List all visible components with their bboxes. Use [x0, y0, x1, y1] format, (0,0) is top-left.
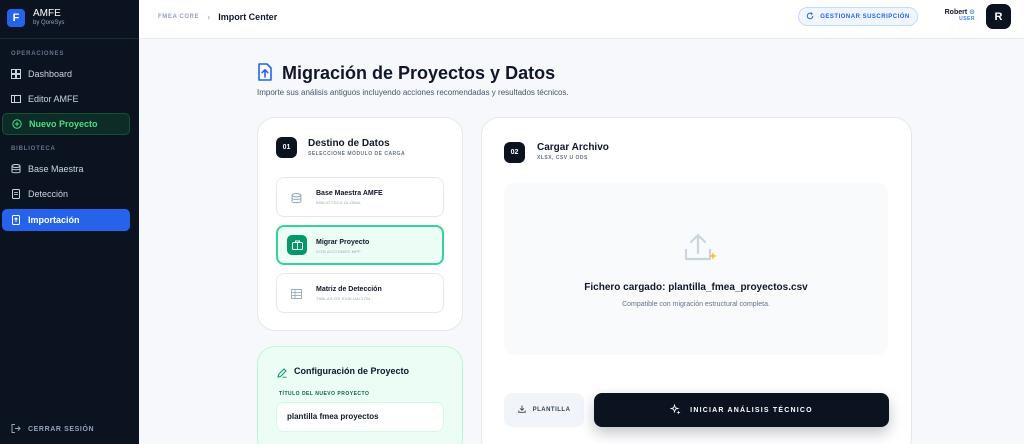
brand-divider	[0, 38, 139, 39]
section-label-biblioteca: BIBLIOTECA	[11, 146, 56, 152]
editor-icon	[11, 94, 21, 104]
table-icon	[288, 286, 304, 302]
sidebar-item-label: Editor AMFE	[28, 94, 79, 104]
compatibility-text: Compatible con migración estructural com…	[622, 301, 770, 308]
page-subtitle: Importe sus análisis antiguos incluyendo…	[257, 88, 569, 97]
step-badge: 02	[504, 142, 525, 163]
breadcrumb-separator: ›	[207, 12, 211, 22]
verified-icon: ⊙	[969, 9, 975, 16]
project-title-input[interactable]: plantilla fmea proyectos	[276, 402, 444, 432]
plus-circle-icon	[12, 119, 22, 129]
upload-cloud-icon	[683, 231, 719, 265]
project-title-label: TÍTULO DEL NUEVO PROYECTO	[279, 391, 370, 397]
download-template-button[interactable]: PLANTILLA	[504, 393, 584, 427]
import-icon	[11, 215, 21, 225]
brand-subtitle: by QoreSys	[33, 20, 65, 26]
config-title: Configuración de Proyecto	[294, 366, 410, 376]
user-info[interactable]: Robert ⊙ USER	[938, 8, 975, 22]
manage-subscription-label: GESTIONAR SUSCRIPCIÓN	[820, 13, 910, 20]
sidebar-item-label: Nuevo Proyecto	[29, 119, 98, 129]
sidebar: F AMFE by QoreSys OPERACIONES Dashboard …	[0, 0, 139, 444]
brand[interactable]: F AMFE by QoreSys	[7, 8, 64, 27]
user-name: Robert	[944, 9, 968, 16]
breadcrumb: FMEA CORE › Import Center	[158, 12, 277, 22]
document-icon	[11, 189, 21, 199]
card-title: Destino de Datos	[308, 138, 390, 149]
database-icon	[288, 190, 304, 206]
project-config-card: Configuración de Proyecto TÍTULO DEL NUE…	[257, 346, 463, 444]
sidebar-item-nuevo-proyecto[interactable]: Nuevo Proyecto	[2, 113, 130, 135]
module-option-matriz-deteccion[interactable]: Matriz de Detección TABLAS DE EVALUACIÓN	[276, 273, 444, 313]
start-analysis-button[interactable]: INICIAR ANÁLISIS TÉCNICO	[594, 393, 889, 427]
sidebar-item-editor-amfe[interactable]: Editor AMFE	[2, 88, 130, 110]
sidebar-item-importacion[interactable]: Importación	[2, 209, 130, 231]
page-title: Migración de Proyectos y Datos	[282, 63, 556, 83]
manage-subscription-button[interactable]: GESTIONAR SUSCRIPCIÓN	[798, 7, 918, 26]
sidebar-item-label: Dashboard	[28, 69, 73, 79]
file-upload-card: 02 Cargar Archivo XLSX, CSV U ODS Ficher…	[481, 117, 912, 444]
sidebar-item-label: Importación	[28, 215, 80, 225]
module-option-migrar-proyecto[interactable]: Migrar Proyecto CON ACCIONES MPF	[276, 225, 444, 265]
sidebar-item-label: Base Maestra	[28, 164, 84, 174]
module-subtitle: CON ACCIONES MPF	[316, 249, 362, 254]
brand-name: AMFE	[33, 8, 61, 19]
sparkles-icon	[669, 403, 681, 417]
topbar: FMEA CORE › Import Center GESTIONAR SUSC…	[139, 0, 1024, 39]
breadcrumb-current: Import Center	[218, 12, 278, 22]
card-subtitle: SELECCIONE MÓDULO DE CARGA	[308, 151, 406, 157]
module-subtitle: BIBLIOTECA GLOBAL	[316, 200, 362, 205]
avatar[interactable]: R	[986, 4, 1011, 29]
data-destination-card: 01 Destino de Datos SELECCIONE MÓDULO DE…	[257, 117, 463, 331]
sidebar-item-label: Detección	[28, 189, 69, 199]
sidebar-item-dashboard[interactable]: Dashboard	[2, 63, 130, 85]
card-title: Cargar Archivo	[537, 142, 609, 153]
logout-label: CERRAR SESIÓN	[28, 426, 95, 433]
download-icon	[517, 405, 526, 415]
user-role: USER	[959, 16, 975, 22]
section-label-operaciones: OPERACIONES	[11, 51, 65, 57]
logout-icon	[11, 424, 21, 435]
dashboard-icon	[11, 69, 21, 79]
sidebar-item-deteccion[interactable]: Detección	[2, 183, 130, 205]
start-analysis-label: INICIAR ANÁLISIS TÉCNICO	[690, 406, 813, 414]
module-title: Matriz de Detección	[316, 286, 382, 293]
module-option-base-maestra[interactable]: Base Maestra AMFE BIBLIOTECA GLOBAL	[276, 177, 444, 217]
module-title: Migrar Proyecto	[316, 239, 370, 246]
sidebar-item-base-maestra[interactable]: Base Maestra	[2, 158, 130, 180]
breadcrumb-root[interactable]: FMEA CORE	[158, 14, 199, 20]
module-subtitle: TABLAS DE EVALUACIÓN	[316, 296, 371, 301]
pencil-icon	[277, 365, 287, 383]
loaded-file-text: Fichero cargado: plantilla_fmea_proyecto…	[584, 282, 808, 293]
step-badge: 01	[276, 137, 297, 158]
card-subtitle: XLSX, CSV U ODS	[537, 155, 588, 161]
database-icon	[11, 164, 21, 174]
file-dropzone[interactable]: Fichero cargado: plantilla_fmea_proyecto…	[504, 182, 888, 355]
module-title: Base Maestra AMFE	[316, 190, 383, 197]
briefcase-icon	[287, 235, 307, 255]
brand-logo: F	[7, 8, 25, 27]
download-template-label: PLANTILLA	[532, 407, 571, 413]
logout-button[interactable]: CERRAR SESIÓN	[11, 424, 94, 435]
upload-file-icon	[257, 63, 273, 81]
refresh-icon	[806, 11, 814, 22]
